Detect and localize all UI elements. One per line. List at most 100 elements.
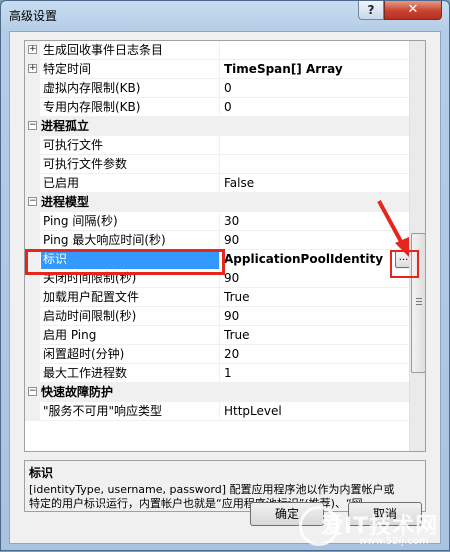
help-button[interactable]: ? bbox=[358, 1, 384, 20]
collapse-icon[interactable]: − bbox=[28, 121, 37, 130]
property-name[interactable]: 特定时间 bbox=[41, 60, 219, 79]
column-divider[interactable] bbox=[219, 60, 220, 79]
property-name[interactable]: "服务不可用"响应类型 bbox=[41, 402, 219, 421]
annotation-highlight-identity bbox=[25, 249, 225, 275]
property-name[interactable]: Ping 间隔(秒) bbox=[41, 212, 219, 231]
category-row[interactable]: − 快速故障防护 bbox=[25, 383, 409, 402]
column-divider[interactable] bbox=[219, 212, 220, 231]
property-row[interactable]: 已启用 False bbox=[25, 174, 409, 193]
expand-icon[interactable]: + bbox=[28, 64, 37, 73]
close-button[interactable]: ✕ bbox=[384, 1, 442, 20]
property-value[interactable]: False bbox=[221, 174, 409, 193]
row-gutter bbox=[25, 402, 40, 421]
property-value[interactable] bbox=[221, 155, 409, 174]
row-gutter bbox=[25, 174, 40, 193]
scrollbar-grip-icon bbox=[416, 298, 422, 305]
property-value[interactable]: 90 bbox=[221, 269, 409, 288]
column-divider[interactable] bbox=[219, 98, 220, 117]
property-row[interactable]: 加载用户配置文件 True bbox=[25, 288, 409, 307]
watermark: 爱IT技术网 www.52ij.com bbox=[299, 506, 449, 552]
property-name[interactable]: 可执行文件参数 bbox=[41, 155, 219, 174]
property-name[interactable]: 已启用 bbox=[41, 174, 219, 193]
property-value[interactable]: 0 bbox=[221, 98, 409, 117]
property-value[interactable]: 90 bbox=[221, 307, 409, 326]
row-gutter bbox=[25, 307, 40, 326]
collapse-icon[interactable]: − bbox=[28, 387, 37, 396]
property-row[interactable]: 专用内存限制(KB) 0 bbox=[25, 98, 409, 117]
property-value[interactable]: HttpLevel bbox=[221, 402, 409, 421]
annotation-arrow-icon bbox=[377, 200, 409, 257]
collapse-icon[interactable]: − bbox=[28, 197, 37, 206]
column-divider[interactable] bbox=[219, 155, 220, 174]
category-label: 进程模型 bbox=[41, 195, 90, 209]
property-row[interactable]: "服务不可用"响应类型 HttpLevel bbox=[25, 402, 409, 421]
description-line-1: [identityType, username, password] 配置应用程… bbox=[29, 483, 395, 496]
column-divider[interactable] bbox=[219, 326, 220, 345]
property-name[interactable]: 可执行文件 bbox=[41, 136, 219, 155]
column-divider[interactable] bbox=[219, 41, 220, 60]
property-name[interactable]: 生成回收事件日志条目 bbox=[41, 41, 219, 60]
row-gutter: + bbox=[25, 60, 40, 79]
property-name[interactable]: 启用 Ping bbox=[41, 326, 219, 345]
property-value[interactable]: TimeSpan[] Array bbox=[221, 60, 409, 79]
property-row[interactable]: 闲置超时(分钟) 20 bbox=[25, 345, 409, 364]
column-divider[interactable] bbox=[219, 307, 220, 326]
property-row[interactable]: 可执行文件 bbox=[25, 136, 409, 155]
identity-value-field[interactable]: ApplicationPoolIdentity bbox=[221, 250, 397, 269]
property-row[interactable]: 可执行文件参数 bbox=[25, 155, 409, 174]
property-value[interactable] bbox=[221, 41, 409, 60]
property-name[interactable]: 最大工作进程数 bbox=[41, 364, 219, 383]
property-name[interactable]: Ping 最大响应时间(秒) bbox=[41, 231, 219, 250]
property-row[interactable]: 启动时间限制(秒) 90 bbox=[25, 307, 409, 326]
row-gutter bbox=[25, 326, 40, 345]
property-value[interactable]: True bbox=[221, 288, 409, 307]
dialog-window: 高级设置 ? ✕ + 生成回收事件日志条目 + 特定时间 TimeSpan[] Arra… bbox=[0, 0, 450, 551]
property-grid[interactable]: + 生成回收事件日志条目 + 特定时间 TimeSpan[] Array 虚拟内存限制(K… bbox=[24, 40, 426, 452]
title-bar: 高级设置 ? ✕ bbox=[1, 1, 449, 29]
property-name[interactable]: 闲置超时(分钟) bbox=[41, 345, 219, 364]
category-row[interactable]: − 进程模型 bbox=[25, 193, 409, 212]
row-gutter bbox=[25, 212, 40, 231]
row-gutter bbox=[25, 288, 40, 307]
property-value[interactable] bbox=[221, 136, 409, 155]
column-divider[interactable] bbox=[219, 136, 220, 155]
watermark-url: www.52ij.com bbox=[359, 536, 429, 547]
column-divider[interactable] bbox=[219, 364, 220, 383]
property-name[interactable]: 启动时间限制(秒) bbox=[41, 307, 219, 326]
row-gutter: − bbox=[25, 117, 40, 136]
property-row[interactable]: 虚拟内存限制(KB) 0 bbox=[25, 79, 409, 98]
property-row[interactable]: + 特定时间 TimeSpan[] Array bbox=[25, 60, 409, 79]
column-divider[interactable] bbox=[219, 174, 220, 193]
property-row[interactable]: Ping 间隔(秒) 30 bbox=[25, 212, 409, 231]
row-gutter bbox=[25, 136, 40, 155]
property-value[interactable]: True bbox=[221, 326, 409, 345]
column-divider[interactable] bbox=[219, 345, 220, 364]
expand-icon[interactable]: + bbox=[28, 45, 37, 54]
row-gutter: − bbox=[25, 193, 40, 212]
dialog-client-area: + 生成回收事件日志条目 + 特定时间 TimeSpan[] Array 虚拟内存限制(K… bbox=[9, 31, 441, 544]
property-name[interactable]: 专用内存限制(KB) bbox=[41, 98, 219, 117]
column-divider[interactable] bbox=[219, 231, 220, 250]
column-divider[interactable] bbox=[219, 402, 220, 421]
column-divider[interactable] bbox=[219, 79, 220, 98]
row-gutter: − bbox=[25, 383, 40, 402]
property-row[interactable]: Ping 最大响应时间(秒) 90 bbox=[25, 231, 409, 250]
row-gutter: + bbox=[25, 41, 40, 60]
property-value[interactable]: 0 bbox=[221, 79, 409, 98]
row-gutter bbox=[25, 155, 40, 174]
description-title: 标识 bbox=[29, 466, 54, 480]
category-label: 快速故障防护 bbox=[41, 385, 114, 399]
row-gutter bbox=[25, 231, 40, 250]
property-row[interactable]: 最大工作进程数 1 bbox=[25, 364, 409, 383]
property-name[interactable]: 加载用户配置文件 bbox=[41, 288, 219, 307]
category-row[interactable]: − 进程孤立 bbox=[25, 117, 409, 136]
column-divider[interactable] bbox=[219, 288, 220, 307]
row-gutter bbox=[25, 364, 40, 383]
row-gutter bbox=[25, 79, 40, 98]
property-value[interactable]: 1 bbox=[221, 364, 409, 383]
property-name[interactable]: 虚拟内存限制(KB) bbox=[41, 79, 219, 98]
property-value[interactable]: 20 bbox=[221, 345, 409, 364]
property-row[interactable]: 启用 Ping True bbox=[25, 326, 409, 345]
row-gutter bbox=[25, 345, 40, 364]
property-row[interactable]: + 生成回收事件日志条目 bbox=[25, 41, 409, 60]
